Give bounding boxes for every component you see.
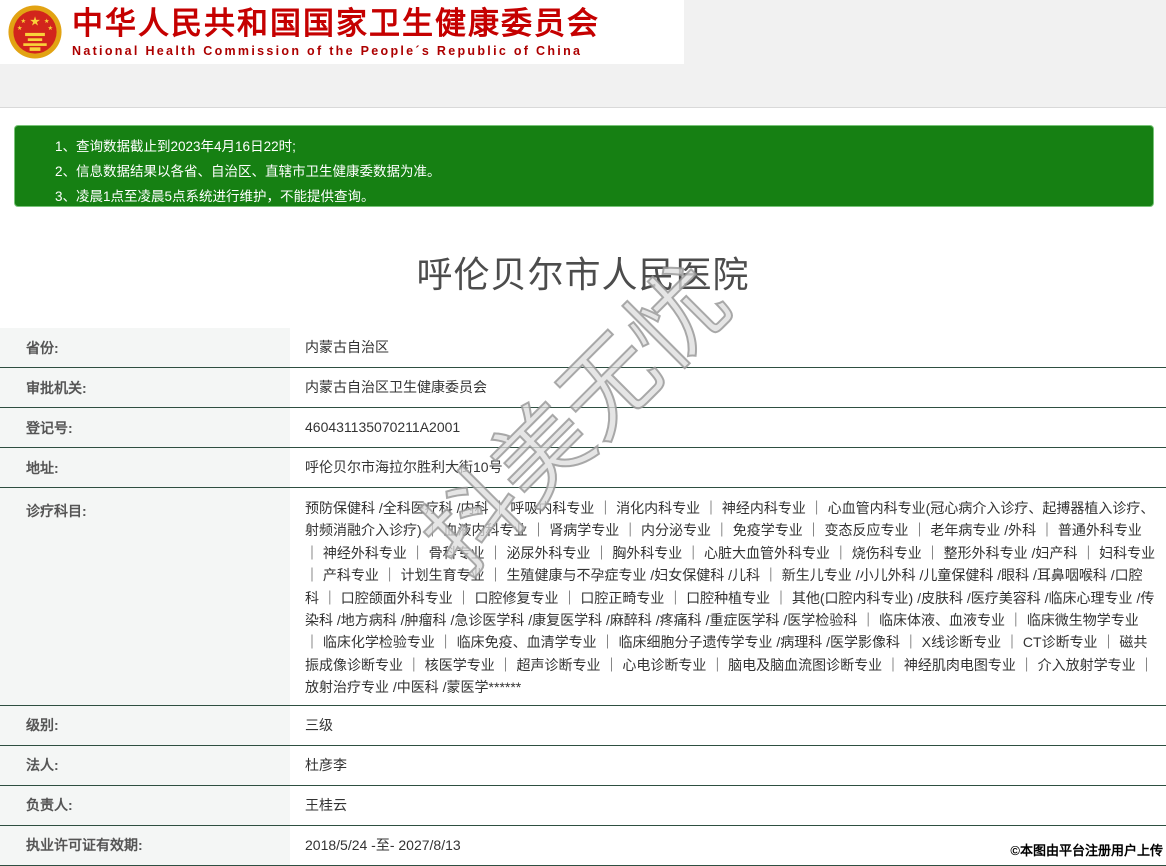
svg-text:★: ★	[17, 25, 23, 32]
top-band: ★ ★ ★ ★ ★ 中华人民共和国国家卫生健康委员会 National Heal…	[0, 0, 1166, 108]
row-value: 王桂云	[290, 785, 1166, 825]
row-label: 法人:	[0, 745, 290, 785]
site-title-english: National Health Commission of the People…	[72, 43, 583, 58]
site-title-chinese: 中华人民共和国国家卫生健康委员会	[72, 5, 600, 41]
row-label: 级别:	[0, 705, 290, 745]
table-row-clinical-departments: 诊疗科目: 预防保健科 /全科医疗科 /内科 ｜ 呼吸内科专业 ｜ 消化内科专业…	[0, 488, 1166, 706]
svg-text:★: ★	[47, 25, 53, 32]
svg-text:★: ★	[29, 15, 40, 29]
site-header: ★ ★ ★ ★ ★ 中华人民共和国国家卫生健康委员会 National Heal…	[0, 0, 684, 64]
row-value: 三级	[290, 705, 1166, 745]
row-value: 呼伦贝尔市海拉尔胜利大街10号	[290, 448, 1166, 487]
row-value: 杜彦李	[290, 745, 1166, 785]
row-value: 460431135070211A2001	[290, 408, 1166, 447]
row-label: 诊疗科目:	[0, 488, 290, 705]
row-label: 负责人:	[0, 785, 290, 825]
table-row-province: 省份: 内蒙古自治区	[0, 328, 1166, 368]
row-value: 内蒙古自治区	[290, 328, 1166, 367]
hospital-info-table: 省份: 内蒙古自治区 审批机关: 内蒙古自治区卫生健康委员会 登记号: 4604…	[0, 328, 1166, 866]
page-title: 呼伦贝尔市人民医院	[416, 254, 750, 295]
notice-line-2: 2、信息数据结果以各省、自治区、直辖市卫生健康委数据为准。	[55, 164, 441, 179]
svg-text:★: ★	[20, 18, 26, 25]
row-label: 登记号:	[0, 408, 290, 447]
upload-attribution-watermark: ©本图由平台注册用户上传	[1010, 843, 1163, 858]
table-row-level: 级别: 三级	[0, 705, 1166, 746]
header-titles: 中华人民共和国国家卫生健康委员会 National Health Commiss…	[72, 5, 600, 58]
national-emblem-icon: ★ ★ ★ ★ ★	[8, 5, 62, 59]
row-label: 审批机关:	[0, 368, 290, 407]
table-row-address: 地址: 呼伦贝尔市海拉尔胜利大街10号	[0, 448, 1166, 488]
row-value: 内蒙古自治区卫生健康委员会	[290, 368, 1166, 407]
svg-text:★: ★	[44, 18, 50, 25]
table-row-legal-person: 法人: 杜彦李	[0, 745, 1166, 786]
table-row-registration-number: 登记号: 460431135070211A2001	[0, 408, 1166, 448]
row-label: 地址:	[0, 448, 290, 487]
row-label: 省份:	[0, 328, 290, 367]
row-value: 预防保健科 /全科医疗科 /内科 ｜ 呼吸内科专业 ｜ 消化内科专业 ｜ 神经内…	[290, 488, 1166, 705]
notice-box: 1、查询数据截止到2023年4月16日22时; 2、信息数据结果以各省、自治区、…	[14, 125, 1154, 207]
table-row-person-in-charge: 负责人: 王桂云	[0, 785, 1166, 826]
notice-line-3: 3、凌晨1点至凌晨5点系统进行维护，不能提供查询。	[55, 189, 375, 204]
notice-line-1: 1、查询数据截止到2023年4月16日22时;	[55, 139, 296, 154]
row-label: 执业许可证有效期:	[0, 825, 290, 865]
table-row-approval-authority: 审批机关: 内蒙古自治区卫生健康委员会	[0, 368, 1166, 408]
